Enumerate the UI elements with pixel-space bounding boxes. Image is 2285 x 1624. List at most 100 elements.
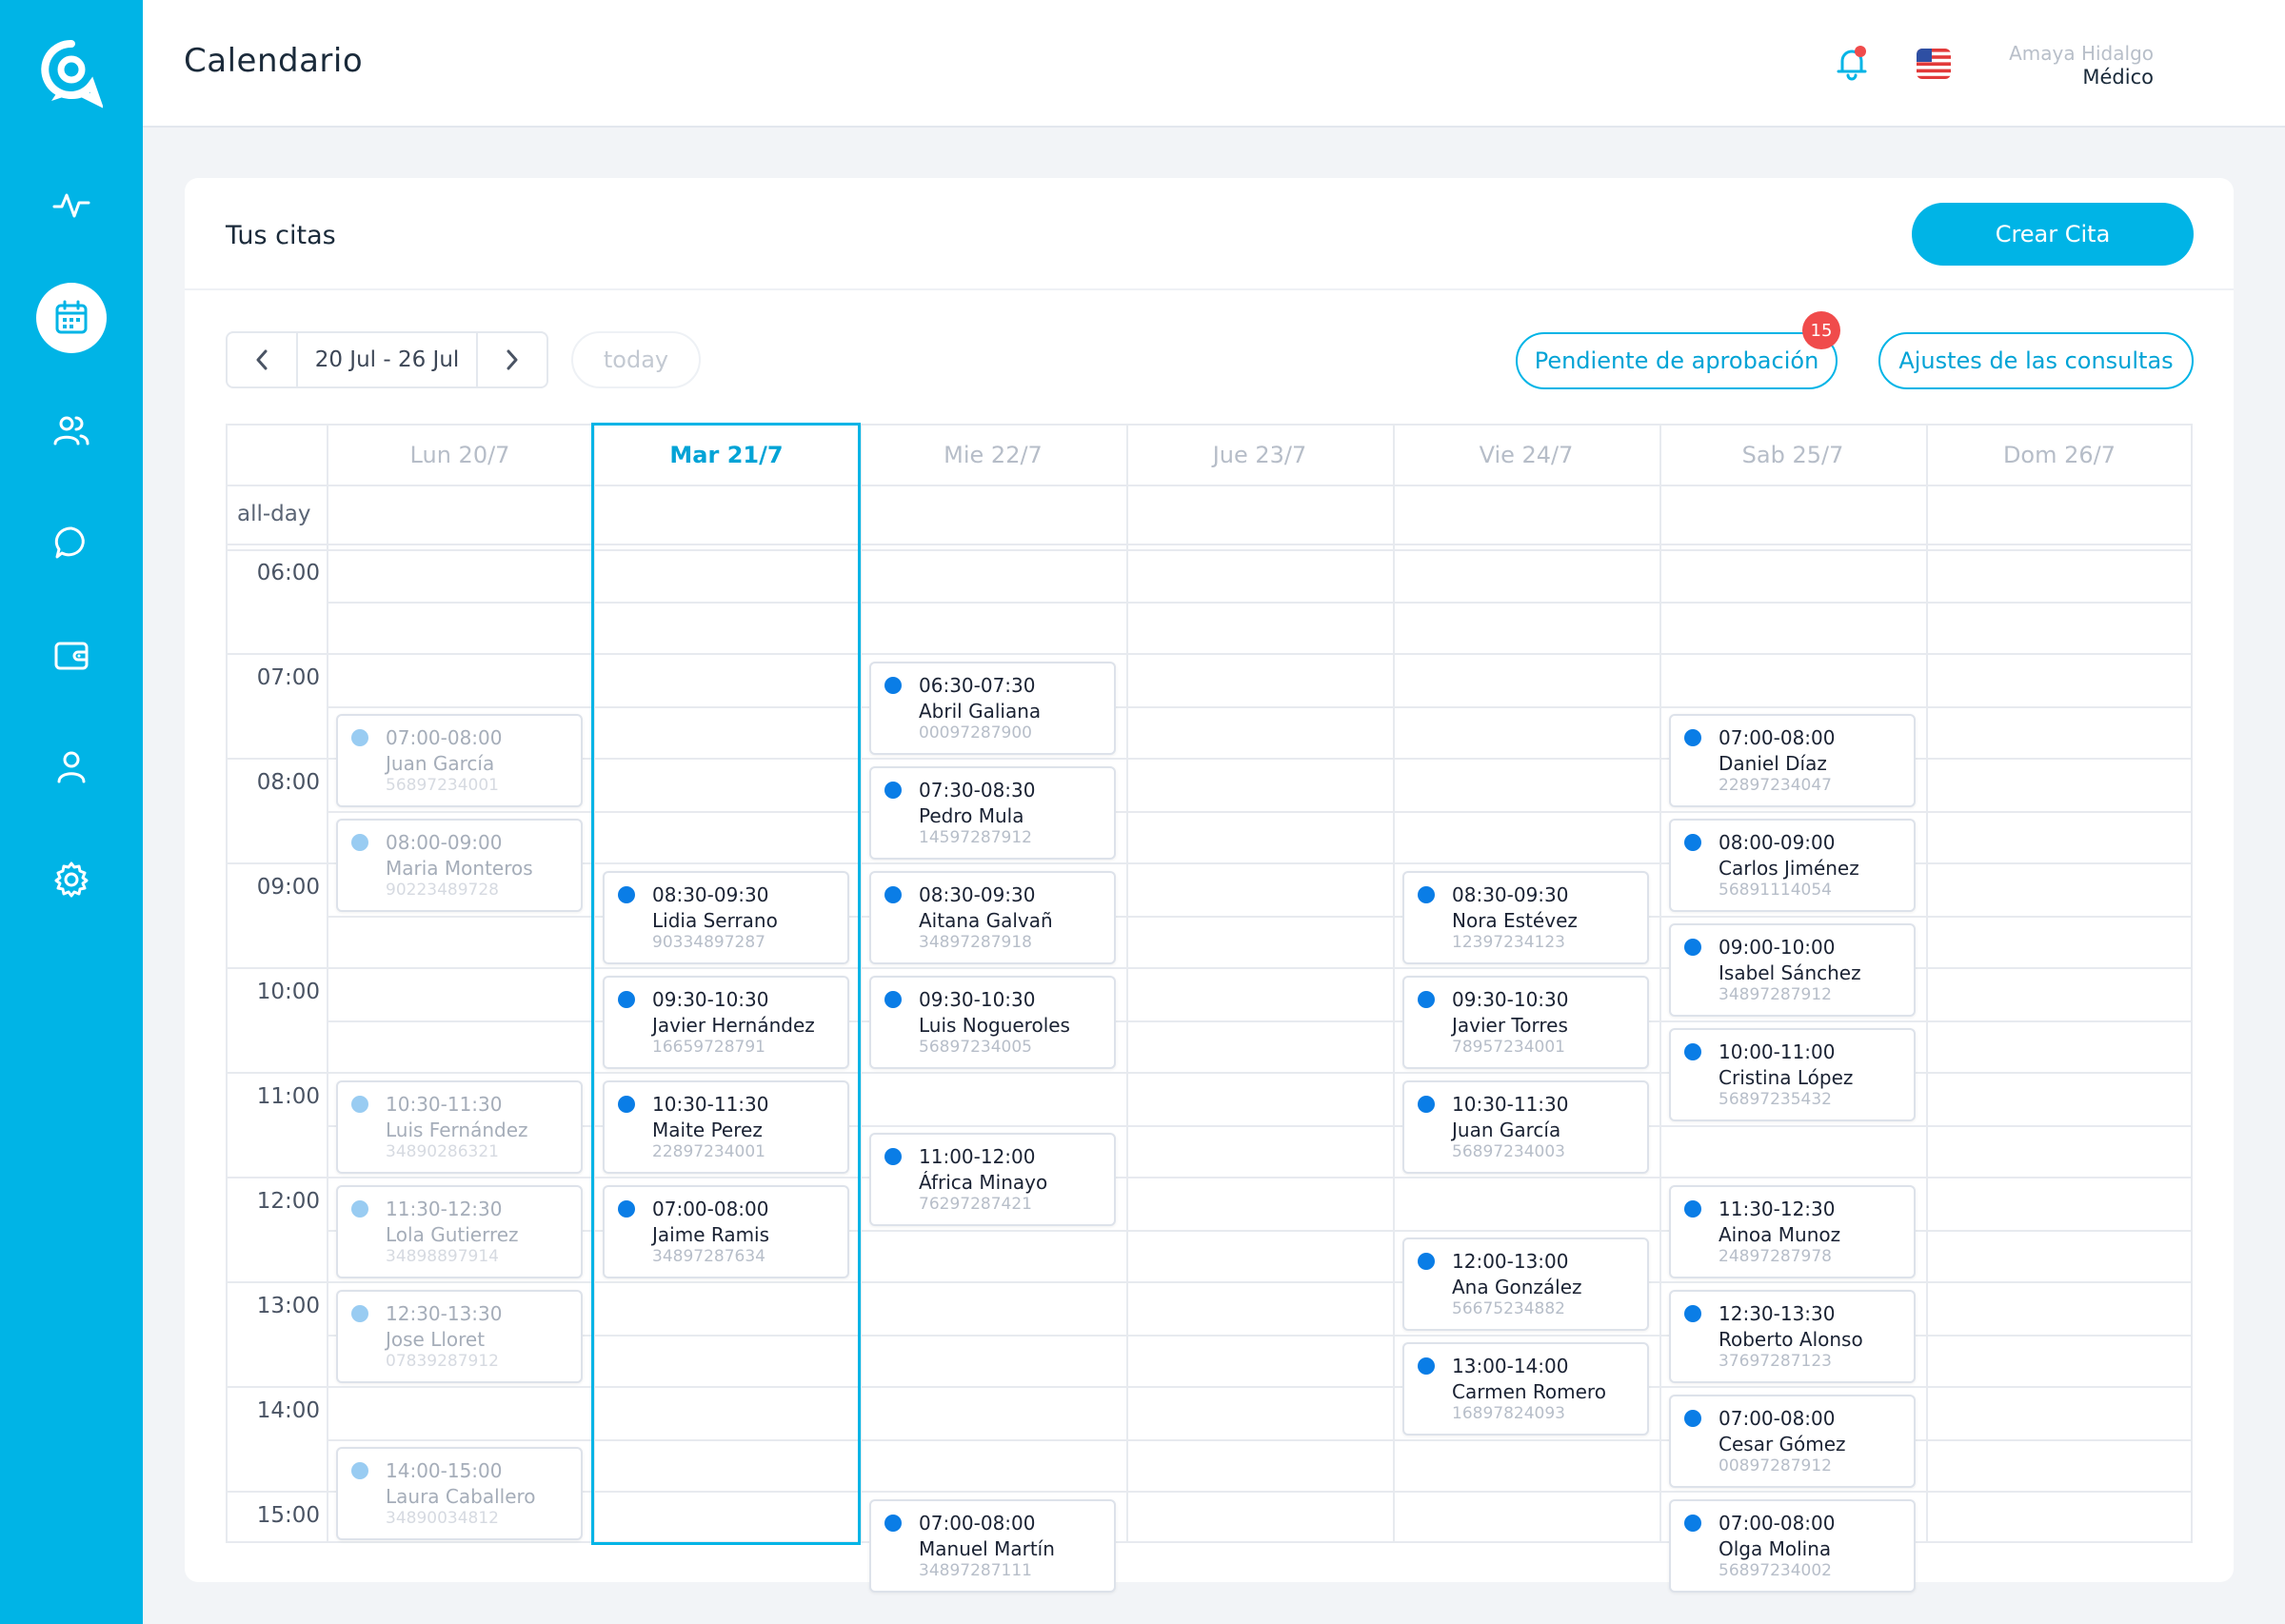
patient-name: Nora Estévez (1452, 909, 1578, 932)
hour-label: 08:00 (256, 770, 320, 795)
day-header[interactable]: Lun 20/7 (327, 426, 593, 485)
patient-phone: 37697287123 (1719, 1352, 1832, 1371)
appointment-card[interactable]: 10:30-11:30 Luis Fernández 34890286321 (336, 1080, 583, 1174)
patient-phone: 78957234001 (1452, 1038, 1565, 1057)
appointment-card[interactable]: 10:00-11:00 Cristina López 56897235432 (1669, 1028, 1916, 1121)
patient-name: Juan García (1452, 1119, 1561, 1141)
user-icon (57, 751, 86, 783)
previous-week-button[interactable] (228, 333, 296, 386)
hour-label: 10:00 (256, 980, 320, 1004)
pending-approval-button[interactable]: Pendiente de aprobación (1516, 332, 1838, 389)
appointment-card[interactable]: 11:30-12:30 Ainoa Munoz 24897287978 (1669, 1185, 1916, 1278)
appointment-card[interactable]: 07:30-08:30 Pedro Mula 14597287912 (869, 766, 1116, 860)
appointment-card[interactable]: 11:00-12:00 África Minayo 76297287421 (869, 1133, 1116, 1226)
status-dot-icon (351, 834, 368, 851)
patient-name: Cesar Gómez (1719, 1433, 1846, 1456)
date-navigator: 20 Jul - 26 Jul (226, 331, 548, 388)
grid-line (228, 653, 2191, 655)
sidebar-item-payments[interactable] (36, 620, 107, 690)
patient-name: Manuel Martín (919, 1537, 1055, 1560)
patient-phone: 34897287111 (919, 1561, 1032, 1580)
appointment-card[interactable]: 07:00-08:00 Manuel Martín 34897287111 (869, 1499, 1116, 1593)
appointment-card[interactable]: 14:00-15:00 Laura Caballero 34890034812 (336, 1447, 583, 1540)
appointment-time: 13:00-14:00 (1452, 1355, 1569, 1377)
sidebar-item-calendar[interactable] (36, 283, 107, 353)
appointment-card[interactable]: 07:00-08:00 Juan García 56897234001 (336, 714, 583, 807)
sidebar-item-patients[interactable] (36, 395, 107, 465)
appointment-card[interactable]: 08:30-09:30 Aitana Galvañ 34897287918 (869, 871, 1116, 964)
patient-phone: 34897287912 (1719, 985, 1832, 1004)
sidebar-item-messages[interactable] (36, 507, 107, 578)
status-dot-icon (884, 677, 902, 694)
appointment-card[interactable]: 06:30-07:30 Abril Galiana 00097287900 (869, 662, 1116, 755)
patient-name: África Minayo (919, 1171, 1048, 1194)
patient-phone: 56897234003 (1452, 1142, 1565, 1161)
day-header[interactable]: Vie 24/7 (1393, 426, 1659, 485)
sidebar (0, 0, 143, 1624)
appointment-card[interactable]: 08:30-09:30 Nora Estévez 12397234123 (1402, 871, 1649, 964)
status-dot-icon (351, 1462, 368, 1479)
day-header[interactable]: Mie 22/7 (860, 426, 1126, 485)
patient-name: Carmen Romero (1452, 1380, 1606, 1403)
appointment-time: 07:00-08:00 (1719, 1407, 1836, 1430)
create-appointment-button[interactable]: Crear Cita (1912, 203, 2194, 266)
status-dot-icon (1684, 1043, 1701, 1060)
appointment-card[interactable]: 11:30-12:30 Lola Gutierrez 34898897914 (336, 1185, 583, 1278)
users-icon (53, 416, 89, 446)
status-dot-icon (884, 991, 902, 1008)
appointment-time: 11:30-12:30 (386, 1198, 503, 1220)
sidebar-item-settings[interactable] (36, 844, 107, 915)
status-dot-icon (884, 1515, 902, 1532)
sidebar-item-activity[interactable] (36, 169, 107, 240)
us-flag-icon (1917, 49, 1951, 79)
patient-name: Isabel Sánchez (1719, 961, 1861, 984)
next-week-button[interactable] (478, 333, 546, 386)
appointment-card[interactable]: 13:00-14:00 Carmen Romero 16897824093 (1402, 1342, 1649, 1436)
bell-icon (1837, 46, 1867, 81)
grid-line (228, 485, 2191, 486)
patient-phone: 56891114054 (1719, 881, 1832, 900)
appointment-card[interactable]: 08:00-09:00 Carlos Jiménez 56891114054 (1669, 819, 1916, 912)
day-header[interactable]: Sab 25/7 (1659, 426, 1926, 485)
patient-phone: 56675234882 (1452, 1299, 1565, 1318)
status-dot-icon (1418, 1357, 1435, 1375)
patient-phone: 00097287900 (919, 723, 1032, 743)
today-button[interactable]: today (571, 331, 701, 388)
appointment-time: 06:30-07:30 (919, 674, 1036, 697)
appointment-card[interactable]: 12:30-13:30 Roberto Alonso 37697287123 (1669, 1290, 1916, 1383)
hour-label: 07:00 (256, 665, 320, 690)
wallet-icon (54, 642, 89, 670)
appointment-card[interactable]: 07:00-08:00 Daniel Díaz 22897234047 (1669, 714, 1916, 807)
appointment-card[interactable]: 08:00-09:00 Maria Monteros 90223489728 (336, 819, 583, 912)
status-dot-icon (351, 729, 368, 746)
appointment-time: 12:30-13:30 (386, 1302, 503, 1325)
appointment-card[interactable]: 12:30-13:30 Jose Lloret 07839287912 (336, 1290, 583, 1383)
notifications-button[interactable] (1834, 44, 1870, 82)
app-logo[interactable] (40, 38, 105, 109)
sidebar-item-profile[interactable] (36, 732, 107, 802)
day-header[interactable]: Jue 23/7 (1126, 426, 1393, 485)
patient-phone: 12397234123 (1452, 933, 1565, 952)
appointment-card[interactable]: 09:00-10:00 Isabel Sánchez 34897287912 (1669, 923, 1916, 1017)
status-dot-icon (1684, 1200, 1701, 1218)
top-bar: Calendario Amaya Hidalgo Médico AH (143, 0, 2285, 128)
patient-phone: 56897234002 (1719, 1561, 1832, 1580)
patient-phone: 22897234047 (1719, 776, 1832, 795)
appointment-card[interactable]: 07:00-08:00 Olga Molina 56897234002 (1669, 1499, 1916, 1593)
consultation-settings-button[interactable]: Ajustes de las consultas (1878, 332, 2194, 389)
appointment-card[interactable]: 12:00-13:00 Ana González 56675234882 (1402, 1238, 1649, 1331)
day-header[interactable]: Dom 26/7 (1926, 426, 2193, 485)
patient-name: Abril Galiana (919, 700, 1042, 723)
appointment-time: 14:00-15:00 (386, 1459, 503, 1482)
status-dot-icon (884, 1148, 902, 1165)
appointment-card[interactable]: 07:00-08:00 Cesar Gómez 00897287912 (1669, 1395, 1916, 1488)
appointment-card[interactable]: 09:30-10:30 Luis Nogueroles 56897234005 (869, 976, 1116, 1069)
appointment-time: 07:00-08:00 (1719, 726, 1836, 749)
grid-line (1659, 426, 1661, 1541)
patient-phone: 16897824093 (1452, 1404, 1565, 1423)
appointment-card[interactable]: 09:30-10:30 Javier Torres 78957234001 (1402, 976, 1649, 1069)
language-selector[interactable] (1916, 48, 1952, 80)
calendar-icon (55, 300, 88, 334)
appointment-card[interactable]: 10:30-11:30 Juan García 56897234003 (1402, 1080, 1649, 1174)
patient-phone: 76297287421 (919, 1195, 1032, 1214)
